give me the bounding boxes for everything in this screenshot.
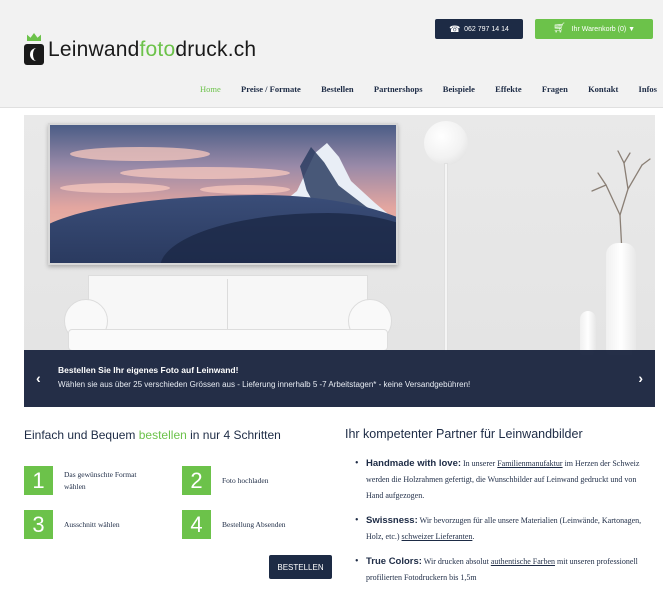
step-number: 4 bbox=[182, 510, 211, 539]
nav-item-infos[interactable]: Infos bbox=[639, 84, 657, 94]
nav-item-effekte[interactable]: Effekte bbox=[495, 84, 521, 94]
feature-link[interactable]: authentische Farben bbox=[491, 557, 555, 566]
cart-label: Ihr Warenkorb (0) ▼ bbox=[571, 25, 636, 33]
sofa-image bbox=[48, 275, 398, 353]
slide-caption: ‹ Bestellen Sie Ihr eigenes Foto auf Lei… bbox=[24, 350, 655, 407]
hero-slider: ‹ Bestellen Sie Ihr eigenes Foto auf Lei… bbox=[24, 115, 655, 407]
feature-handmade: Handmade with love: In unserer Familienm… bbox=[355, 456, 655, 504]
step-2: 2 Foto hochladen bbox=[182, 466, 302, 495]
nav-item-bestellen[interactable]: Bestellen bbox=[321, 84, 354, 94]
feature-link[interactable]: schweizer Lieferanten bbox=[402, 532, 473, 541]
step-4: 4 Bestellung Absenden bbox=[182, 510, 302, 539]
slide-text: Wählen sie aus über 25 verschieden Gröss… bbox=[58, 380, 471, 389]
main-nav: Home Preise / Formate Bestellen Partnershop… bbox=[200, 80, 657, 98]
step-label: Das gewünschte Format wählen bbox=[64, 469, 137, 491]
slide-title: Bestellen Sie Ihr eigenes Foto auf Leinw… bbox=[58, 365, 239, 375]
slider-prev-icon[interactable]: ‹ bbox=[36, 370, 41, 386]
phone-number: 062 797 14 14 bbox=[464, 25, 509, 33]
partner-heading: Ihr kompetenter Partner für Leinwandbild… bbox=[345, 427, 583, 441]
nav-item-preise-formate[interactable]: Preise / Formate bbox=[241, 84, 301, 94]
step-number: 2 bbox=[182, 466, 211, 495]
step-number: 3 bbox=[24, 510, 53, 539]
phone-icon bbox=[449, 25, 460, 34]
nav-item-kontakt[interactable]: Kontakt bbox=[588, 84, 618, 94]
phone-button[interactable]: 062 797 14 14 bbox=[435, 19, 523, 39]
cart-icon: 🛒︎ bbox=[552, 23, 566, 34]
small-vase-image bbox=[580, 311, 596, 355]
vase-image bbox=[606, 243, 636, 355]
cart-button[interactable]: 🛒︎ Ihr Warenkorb (0) ▼ bbox=[535, 19, 653, 39]
logo-crown-icon bbox=[24, 33, 44, 65]
step-1: 1 Das gewünschte Format wählen bbox=[24, 466, 144, 495]
feature-list: Handmade with love: In unserer Familienm… bbox=[355, 456, 655, 595]
branches-decoration bbox=[591, 150, 651, 254]
feature-link[interactable]: Familienmanufaktur bbox=[497, 459, 562, 468]
order-link[interactable]: bestellen bbox=[139, 428, 187, 442]
step-label: Ausschnitt wählen bbox=[64, 519, 120, 529]
slider-next-icon[interactable]: › bbox=[638, 370, 643, 386]
step-number: 1 bbox=[24, 466, 53, 495]
step-label: Foto hochladen bbox=[222, 475, 269, 485]
slide-canvas-image bbox=[48, 123, 398, 265]
site-logo[interactable]: Leinwandfotodruck.ch bbox=[24, 30, 256, 70]
nav-item-beispiele[interactable]: Beispiele bbox=[443, 84, 475, 94]
nav-item-fragen[interactable]: Fragen bbox=[542, 84, 568, 94]
step-label: Bestellung Absenden bbox=[222, 519, 286, 529]
nav-item-partnershops[interactable]: Partnershops bbox=[374, 84, 423, 94]
steps-heading: Einfach und Bequem bestellen in nur 4 Sc… bbox=[24, 428, 281, 442]
site-header: Leinwandfotodruck.ch 062 797 14 14 🛒︎ Ih… bbox=[0, 0, 663, 108]
step-3: 3 Ausschnitt wählen bbox=[24, 510, 144, 539]
floor-lamp-image bbox=[424, 121, 468, 165]
feature-true-colors: True Colors: Wir drucken absolut authent… bbox=[355, 554, 655, 586]
nav-item-home[interactable]: Home bbox=[200, 84, 221, 94]
order-button[interactable]: BESTELLEN bbox=[269, 555, 332, 579]
feature-swissness: Swissness: Wir bevorzugen für alle unser… bbox=[355, 513, 655, 545]
logo-text: Leinwandfotodruck.ch bbox=[48, 38, 257, 61]
